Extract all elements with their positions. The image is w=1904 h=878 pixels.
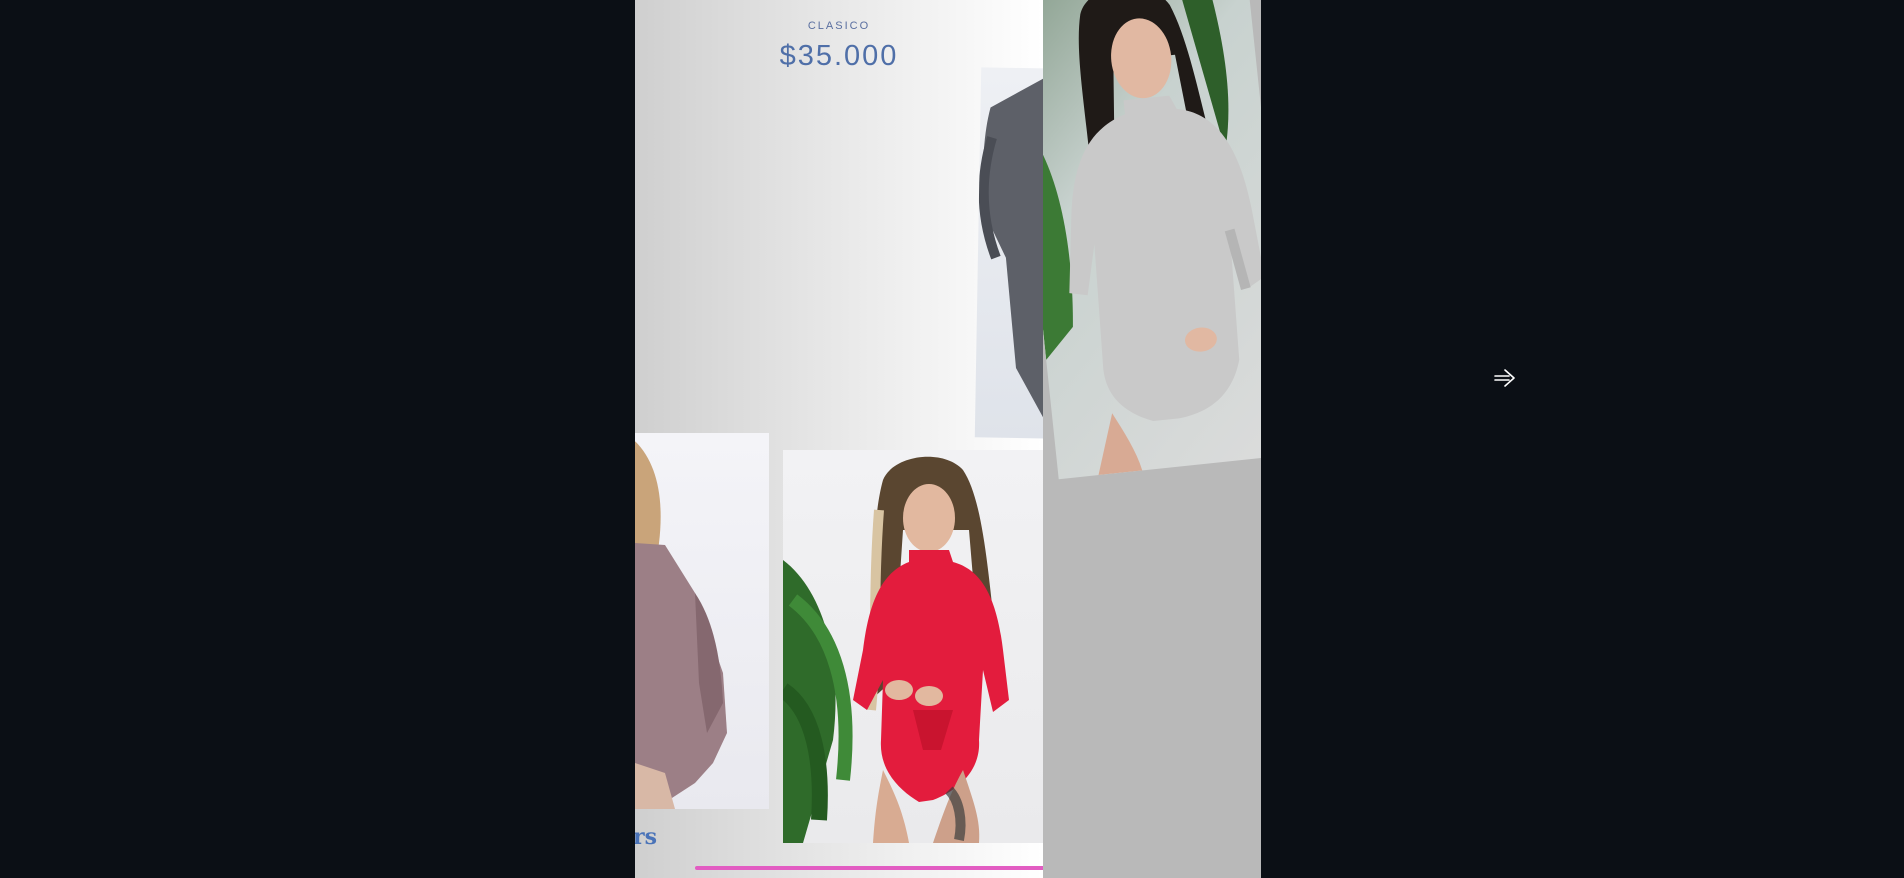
product-photo-charcoal	[974, 67, 1043, 439]
product-label: CLASICO	[807, 20, 871, 32]
progress-line	[695, 866, 1043, 870]
next-arrow-button[interactable]	[1493, 366, 1517, 390]
story-viewer-overlay: CLASICO $35.000 rs	[0, 0, 1904, 878]
arrow-right-icon	[1494, 369, 1515, 387]
product-photo-grey	[1043, 0, 1261, 480]
next-story-preview[interactable]	[1043, 0, 1261, 878]
brand-text-fragment: rs	[635, 824, 657, 850]
product-photo-mauve	[635, 433, 769, 809]
story-panel[interactable]: CLASICO $35.000 rs	[635, 0, 1043, 878]
product-photo-red	[783, 450, 1043, 843]
